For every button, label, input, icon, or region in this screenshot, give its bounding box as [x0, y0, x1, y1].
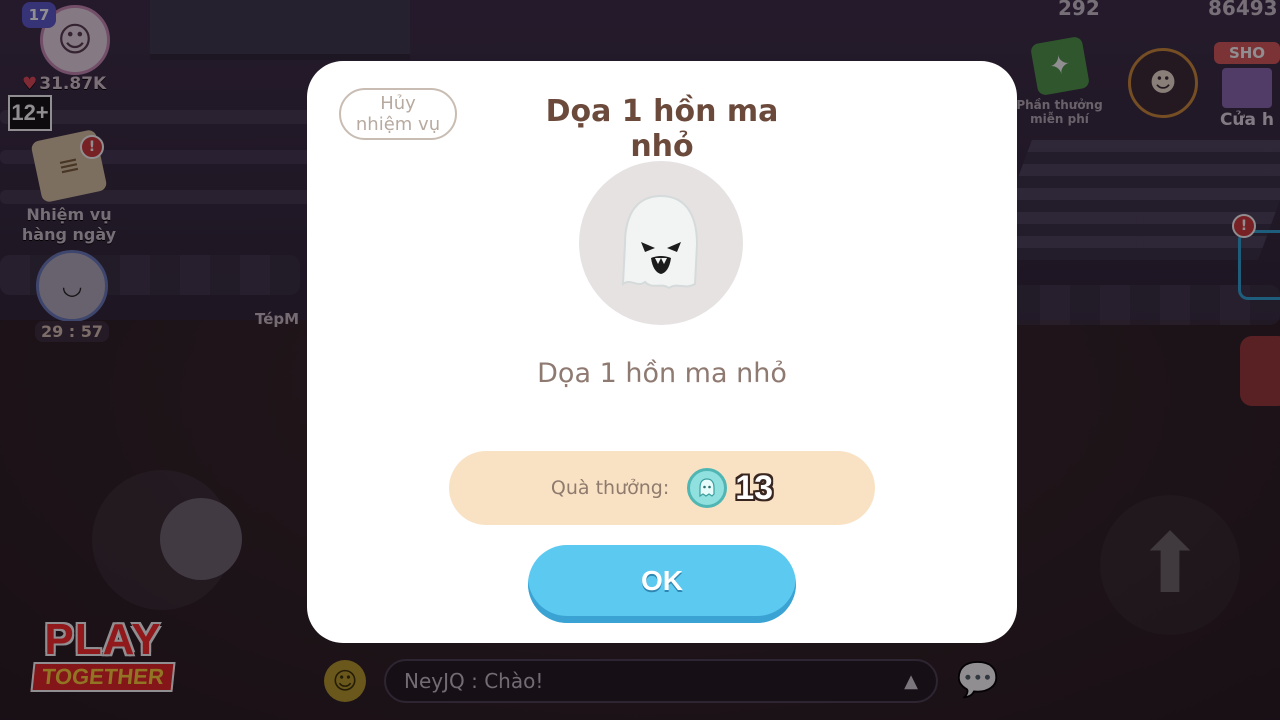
quest-image — [579, 161, 743, 325]
reward-label: Quà thưởng: — [550, 477, 670, 499]
ok-button-label: OK — [641, 565, 683, 596]
reward-bar: Quà thưởng: 13 — [449, 451, 875, 525]
ghost-icon — [621, 194, 699, 290]
cancel-quest-label-line2: nhiệm vụ — [355, 114, 441, 135]
quest-dialog: Hủy nhiệm vụ Dọa 1 hồn ma nhỏ Dọa 1 hồn … — [307, 61, 1017, 643]
cancel-quest-label-line1: Hủy — [380, 93, 416, 114]
dialog-title: Dọa 1 hồn ma nhỏ — [545, 94, 779, 164]
ok-button[interactable]: OK — [528, 545, 796, 623]
ghost-coin-icon — [687, 468, 728, 508]
quest-description: Dọa 1 hồn ma nhỏ — [537, 358, 787, 389]
reward-value: 13 — [735, 468, 774, 507]
cancel-quest-button[interactable]: Hủy nhiệm vụ — [339, 88, 457, 140]
